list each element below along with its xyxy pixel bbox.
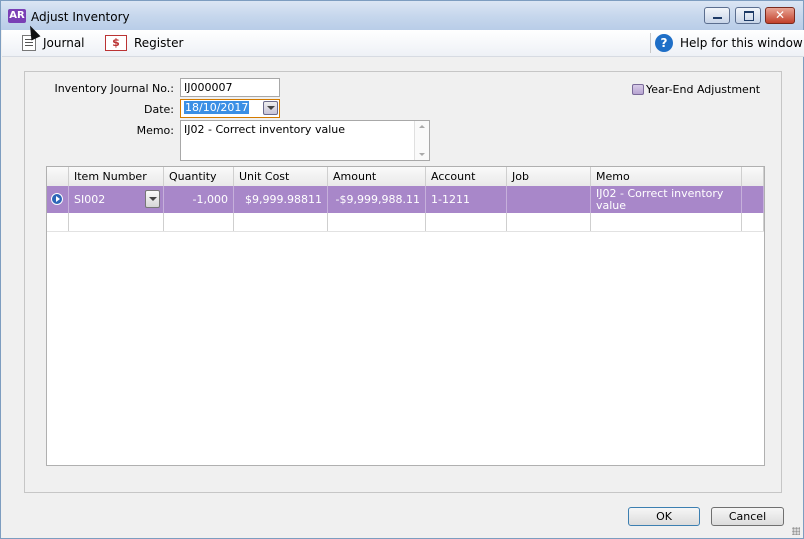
table-row[interactable]: SI002 -1,000 $9,999.98811 -$9,999,988.11… [47,186,764,213]
col-header-account[interactable]: Account [426,167,507,186]
title-bar: AR Adjust Inventory ✕ [1,1,803,30]
cancel-button[interactable]: Cancel [711,507,784,526]
close-button[interactable]: ✕ [765,7,795,24]
help-button[interactable]: ? Help for this window [655,34,803,52]
toolbar-divider [650,33,651,53]
empty-cell [47,213,69,231]
minimize-button[interactable] [704,7,730,24]
help-label: Help for this window [680,36,803,50]
memo-label: Memo: [136,124,174,137]
cell-end [742,186,764,213]
close-icon: ✕ [774,8,786,22]
journal-no-label: Inventory Journal No.: [54,82,174,95]
empty-cell[interactable] [69,213,164,231]
calendar-dropdown-icon[interactable] [263,101,278,115]
empty-cell[interactable] [164,213,234,231]
window-title: Adjust Inventory [31,10,130,24]
maximize-button[interactable] [735,7,761,24]
col-header-quantity[interactable]: Quantity [164,167,234,186]
resize-grip-icon[interactable] [792,527,800,535]
cell-amount[interactable]: -$9,999,988.11 [328,186,426,213]
journal-no-input[interactable]: IJ000007 [180,78,280,97]
col-header-unit-cost[interactable]: Unit Cost [234,167,328,186]
adjust-inventory-window: AR Adjust Inventory ✕ Journal $ Register… [0,0,804,539]
empty-cell [742,213,764,231]
register-label: Register [134,36,184,50]
col-header-indicator [47,167,69,186]
empty-cell[interactable] [328,213,426,231]
date-value: 18/10/2017 [184,101,250,114]
empty-cell[interactable] [507,213,591,231]
cell-memo[interactable]: IJ02 - Correct inventory value [591,186,742,213]
date-input[interactable]: 18/10/2017 [180,99,280,118]
memo-scrollbar[interactable] [414,121,429,160]
register-button[interactable]: $ Register [105,34,183,52]
row-indicator [47,186,69,213]
date-label: Date: [144,103,174,116]
journal-label: Journal [43,36,85,50]
item-dropdown-icon[interactable] [145,190,160,208]
cell-quantity[interactable]: -1,000 [164,186,234,213]
col-header-end [742,167,764,186]
register-icon: $ [105,35,127,51]
year-end-label: Year-End Adjustment [646,83,761,96]
empty-cell[interactable] [591,213,742,231]
ok-button[interactable]: OK [628,507,700,526]
memo-text: IJ02 - Correct inventory value [184,123,345,136]
toolbar: Journal $ Register ? Help for this windo… [2,30,804,57]
grid-header: Item Number Quantity Unit Cost Amount Ac… [47,167,764,187]
app-logo-icon: AR [8,9,26,23]
arrow-right-icon [51,193,63,205]
inventory-grid: Item Number Quantity Unit Cost Amount Ac… [46,166,765,466]
cell-unit-cost[interactable]: $9,999.98811 [234,186,328,213]
empty-cell[interactable] [426,213,507,231]
col-header-memo[interactable]: Memo [591,167,742,186]
empty-cell[interactable] [234,213,328,231]
year-end-checkbox[interactable] [632,84,644,95]
col-header-item-number[interactable]: Item Number [69,167,164,186]
col-header-amount[interactable]: Amount [328,167,426,186]
empty-row[interactable] [47,213,764,232]
cell-job[interactable] [507,186,591,213]
help-icon: ? [655,34,673,52]
cell-item-number[interactable]: SI002 [69,186,164,213]
item-number-value: SI002 [74,193,106,206]
cell-account[interactable]: 1-1211 [426,186,507,213]
memo-textarea[interactable]: IJ02 - Correct inventory value [180,120,430,161]
col-header-job[interactable]: Job [507,167,591,186]
